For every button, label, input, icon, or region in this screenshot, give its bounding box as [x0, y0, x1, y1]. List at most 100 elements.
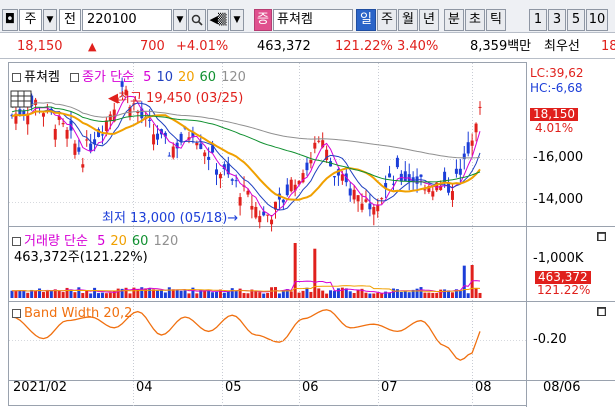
volume-bar: [427, 292, 431, 298]
type-select[interactable]: 주: [19, 9, 42, 31]
candle-body: [470, 140, 474, 146]
volume-bar: [289, 291, 293, 298]
margin-badge-label: 증: [257, 12, 269, 27]
candle-body: [419, 174, 423, 177]
volume-bar: [301, 290, 305, 298]
candle-body: [250, 205, 254, 210]
candle-body: [313, 142, 317, 149]
volume-bar: [10, 290, 14, 298]
price-ma-line-20: [11, 110, 481, 201]
volume-pane-close-icon[interactable]: ■: [597, 232, 606, 241]
volume-bar: [352, 293, 356, 298]
volume-bar: [458, 290, 462, 298]
period-tab-4[interactable]: 분: [444, 9, 464, 31]
date-axis: 2021/02 04 05 06 07 08 08/06: [0, 380, 615, 407]
interval-option-1[interactable]: 3: [548, 9, 566, 31]
grid-toggle-icon[interactable]: [10, 90, 32, 112]
price-ma-title: 종가 단순: [82, 70, 135, 85]
candle-body: [348, 188, 352, 196]
price-ma-list-item-4: 120: [221, 70, 246, 85]
search-icon[interactable]: [188, 9, 206, 31]
speaker-chevron-down-icon[interactable]: ▼: [230, 9, 244, 31]
period-tab-3[interactable]: 년: [419, 9, 439, 31]
price-ma-list: 5 10 20 60 120: [138, 70, 246, 85]
window-menu-icon[interactable]: ◘: [2, 9, 18, 31]
candle-body: [403, 171, 407, 182]
current-price: 18,150: [17, 39, 63, 54]
interval-option-0[interactable]: 1: [529, 9, 547, 31]
volume-bar: [329, 290, 333, 298]
candle-body: [246, 190, 250, 195]
vol-ma-list-item-3: 120: [153, 234, 179, 249]
volume-bar: [450, 292, 454, 298]
stock-code-value: 220100: [87, 12, 137, 27]
prev-button[interactable]: 전: [59, 9, 81, 31]
candle-body: [376, 204, 380, 212]
price-ma-line-10: [11, 102, 481, 211]
candle-body: [167, 155, 171, 157]
candle-body: [203, 152, 207, 157]
volume-bar: [167, 287, 171, 298]
candle-body: [395, 157, 399, 168]
volume-bar: [116, 288, 120, 298]
volume-bar: [77, 287, 81, 298]
volume-bar: [104, 293, 108, 298]
chart-area[interactable]: 퓨쳐켐 종가 단순 5 10 20 60 120 ◀최고 19,450 (03/25) …: [0, 62, 615, 407]
volume-bar: [14, 290, 18, 298]
volume-bar: [277, 293, 281, 298]
volume-bar: [266, 292, 270, 298]
volume-bar: [297, 292, 301, 298]
type-select-value: 주: [24, 12, 37, 27]
candle-body: [100, 134, 104, 136]
period-tab-2[interactable]: 월: [398, 9, 418, 31]
candle-body: [309, 159, 313, 164]
interval-option-3[interactable]: 10: [586, 9, 608, 31]
volume-bar: [395, 289, 399, 298]
candle-body: [104, 120, 108, 132]
volume-bar: [419, 287, 423, 298]
price-ma-line-5: [11, 95, 481, 218]
volume-bar: [89, 293, 93, 298]
volume-axis-tick-0: -1,000K: [533, 251, 584, 266]
volume-bar: [368, 293, 372, 298]
volume-bar: [230, 288, 234, 298]
period-tab-1[interactable]: 주: [377, 9, 397, 31]
period-tab-6[interactable]: 틱: [486, 9, 506, 31]
type-select-chevron-down-icon[interactable]: ▼: [43, 9, 57, 31]
high-price-label: ◀최고 19,450 (03/25): [108, 87, 243, 106]
speaker-icon[interactable]: ◀▒: [207, 9, 229, 31]
candle-body: [195, 142, 199, 146]
volume-bar: [423, 292, 427, 298]
volume-bar: [93, 287, 97, 298]
candle-body: [148, 119, 152, 121]
stock-name-field[interactable]: 퓨쳐켐: [273, 9, 353, 31]
turnover-rate: 3.40%: [397, 39, 439, 54]
date-axis-label-5: 08: [475, 380, 492, 395]
volume-bar: [222, 292, 226, 298]
date-axis-label-0: 2021/02: [13, 380, 68, 395]
candle-body: [179, 133, 183, 142]
period-tab-0[interactable]: 일: [356, 9, 376, 31]
price-ma-list-item-1: 10: [156, 70, 173, 85]
volume-value-label: 463,372주(121.22%): [14, 250, 148, 265]
volume-bar: [22, 290, 26, 298]
volume-bar: [372, 293, 376, 298]
toolbar: ◘ 주 ▼ 전 220100 ▼ ◀▒ ▼ 증 퓨쳐켐 일주월년분초틱 1351…: [0, 0, 615, 33]
candle-body: [61, 123, 65, 125]
price-ma-list-item-3: 60: [199, 70, 217, 85]
band-pane-close-icon[interactable]: ■: [597, 307, 606, 316]
stock-code-input[interactable]: 220100: [82, 9, 172, 31]
candle-body: [332, 176, 336, 178]
trade-volume: 463,372: [257, 39, 311, 54]
candle-body: [454, 168, 458, 174]
period-tab-5[interactable]: 초: [465, 9, 485, 31]
candle-body: [281, 199, 285, 203]
prev-button-label: 전: [64, 12, 76, 27]
candle-body: [478, 106, 482, 108]
volume-bar: [242, 293, 246, 298]
volume-bar: [45, 290, 49, 298]
interval-option-2[interactable]: 5: [567, 9, 585, 31]
candle-body: [89, 143, 93, 151]
volume-bar: [148, 288, 152, 298]
code-dropdown-chevron-down-icon[interactable]: ▼: [173, 9, 187, 31]
